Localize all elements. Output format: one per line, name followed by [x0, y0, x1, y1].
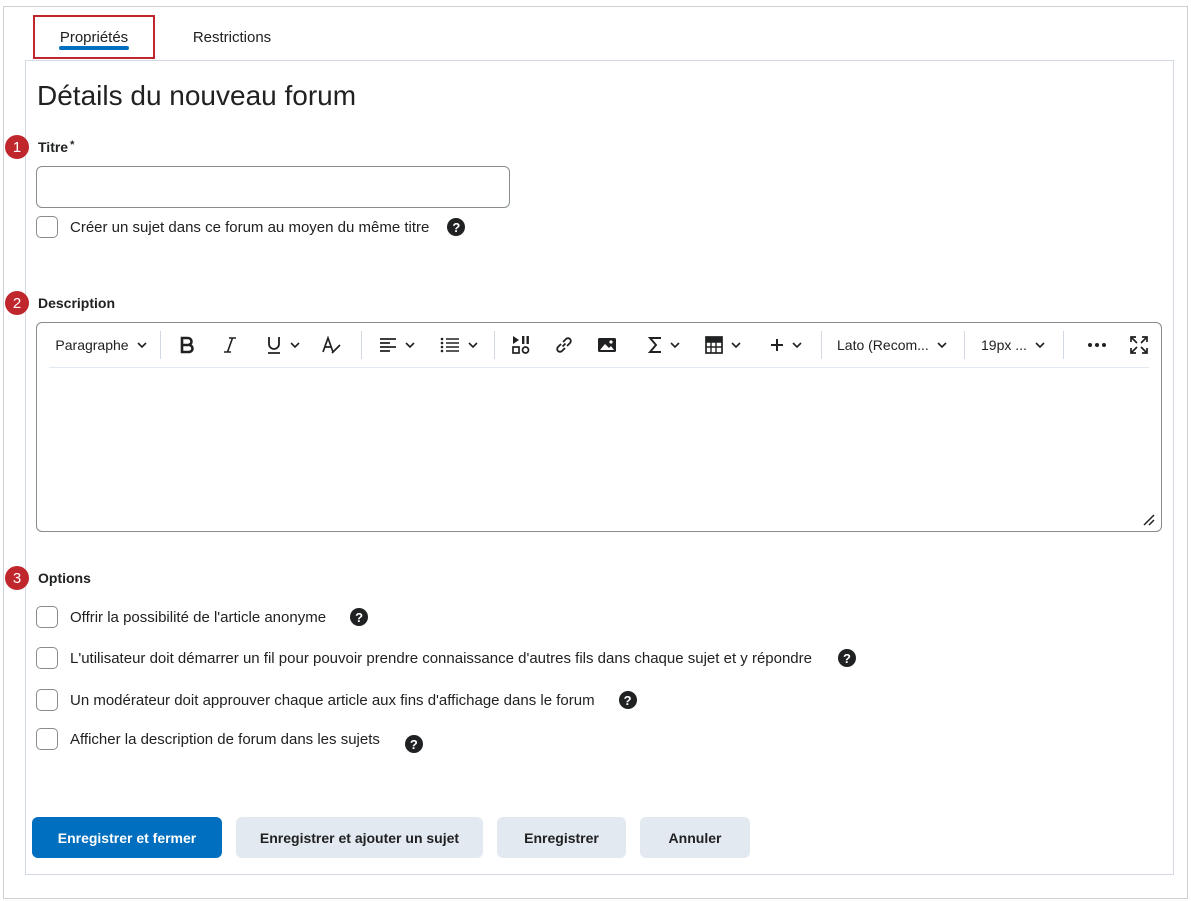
tab-properties[interactable]: Propriétés: [33, 15, 155, 59]
table-button[interactable]: [703, 331, 743, 359]
chevron-down-icon: [670, 342, 680, 348]
step-badge-1: 1: [5, 135, 29, 159]
option-label: Un modérateur doit approuver chaque arti…: [70, 691, 595, 709]
page-title: Détails du nouveau forum: [37, 80, 357, 111]
font-family-dropdown[interactable]: Lato (Recom...: [837, 331, 949, 359]
chevron-down-icon: [1035, 342, 1045, 348]
insert-stuff-icon: [512, 336, 530, 354]
anonymous-post-checkbox[interactable]: [36, 606, 58, 628]
chevron-down-icon: [792, 342, 802, 348]
title-label-text: Titre: [38, 139, 69, 155]
title-input[interactable]: [36, 166, 510, 208]
more-button[interactable]: [1085, 331, 1109, 359]
option-label: L'utilisateur doit démarrer un fil pour …: [70, 649, 812, 667]
chevron-down-icon: [468, 342, 478, 348]
italic-icon: [224, 337, 236, 353]
step-badge-2: 2: [5, 291, 29, 315]
toolbar-divider: [821, 331, 822, 359]
image-button[interactable]: [595, 331, 619, 359]
align-icon: [380, 338, 396, 352]
font-size-dropdown[interactable]: 19px ...: [981, 331, 1049, 359]
chevron-down-icon: [137, 342, 147, 348]
equation-button[interactable]: [644, 331, 684, 359]
title-field-label: Titre *: [38, 139, 74, 155]
insert-plus-button[interactable]: [766, 331, 806, 359]
insert-plus-icon: [771, 339, 783, 351]
format-clear-icon: [322, 336, 341, 354]
start-thread-checkbox[interactable]: [36, 647, 58, 669]
tab-restrictions-label: Restrictions: [192, 28, 272, 46]
description-label: Description: [38, 295, 116, 311]
option-moderation: Un modérateur doit approuver chaque arti…: [36, 689, 637, 711]
create-topic-checkbox[interactable]: [36, 216, 58, 238]
active-tab-indicator: [59, 46, 129, 50]
save-button[interactable]: Enregistrer: [497, 817, 626, 858]
toolbar-divider: [964, 331, 965, 359]
toolbar-divider: [361, 331, 362, 359]
table-icon: [705, 336, 723, 354]
more-icon: [1088, 343, 1106, 347]
equation-icon: [648, 337, 661, 353]
editor-toolbar: Paragraphe Lato (Recom... 19px ...: [49, 323, 1149, 368]
save-close-button[interactable]: Enregistrer et fermer: [32, 817, 222, 858]
format-clear-button[interactable]: [320, 331, 344, 359]
toolbar-divider: [494, 331, 495, 359]
chevron-down-icon: [405, 342, 415, 348]
block-format-dropdown[interactable]: Paragraphe: [52, 331, 150, 359]
save-add-topic-button[interactable]: Enregistrer et ajouter un sujet: [236, 817, 483, 858]
option-label: Afficher la description de forum dans le…: [70, 730, 380, 748]
link-icon: [556, 337, 572, 353]
moderation-checkbox[interactable]: [36, 689, 58, 711]
option-show-description: Afficher la description de forum dans le…: [36, 725, 423, 753]
create-topic-label: Créer un sujet dans ce forum au moyen du…: [70, 218, 430, 236]
fullscreen-icon: [1130, 336, 1148, 354]
underline-icon: [268, 337, 280, 354]
font-size-value: 19px ...: [981, 337, 1027, 353]
link-button[interactable]: [552, 331, 576, 359]
bold-button[interactable]: [175, 331, 199, 359]
resize-handle-icon[interactable]: [1141, 512, 1155, 526]
font-family-value: Lato (Recom...: [837, 337, 929, 353]
tab-properties-label: Propriétés: [59, 28, 129, 46]
chevron-down-icon: [937, 342, 947, 348]
option-label: Offrir la possibilité de l'article anony…: [70, 608, 327, 626]
help-icon[interactable]: ?: [447, 218, 466, 236]
show-description-checkbox[interactable]: [36, 728, 58, 750]
fullscreen-button[interactable]: [1127, 331, 1151, 359]
tab-restrictions[interactable]: Restrictions: [173, 15, 291, 59]
list-icon: [440, 337, 459, 353]
align-button[interactable]: [377, 331, 417, 359]
options-label: Options: [38, 570, 91, 586]
image-icon: [598, 338, 616, 352]
toolbar-divider: [1063, 331, 1064, 359]
chevron-down-icon: [731, 342, 741, 348]
toolbar-divider: [160, 331, 161, 359]
underline-button[interactable]: [263, 331, 303, 359]
create-topic-option: Créer un sujet dans ce forum au moyen du…: [36, 216, 466, 238]
description-editor[interactable]: Paragraphe Lato (Recom... 19px ...: [36, 322, 1162, 532]
option-anonymous: Offrir la possibilité de l'article anony…: [36, 606, 369, 628]
option-start-thread: L'utilisateur doit démarrer un fil pour …: [36, 647, 856, 669]
insert-stuff-button[interactable]: [509, 331, 533, 359]
step-badge-3: 3: [5, 566, 29, 590]
help-icon[interactable]: ?: [838, 649, 856, 667]
help-icon[interactable]: ?: [404, 735, 423, 753]
italic-button[interactable]: [218, 331, 242, 359]
help-icon[interactable]: ?: [350, 608, 369, 626]
bold-icon: [180, 336, 194, 354]
cancel-button[interactable]: Annuler: [640, 817, 750, 858]
chevron-down-icon: [290, 342, 300, 348]
list-button[interactable]: [439, 331, 479, 359]
block-format-value: Paragraphe: [55, 337, 129, 353]
help-icon[interactable]: ?: [618, 691, 637, 709]
required-marker: *: [70, 139, 75, 151]
